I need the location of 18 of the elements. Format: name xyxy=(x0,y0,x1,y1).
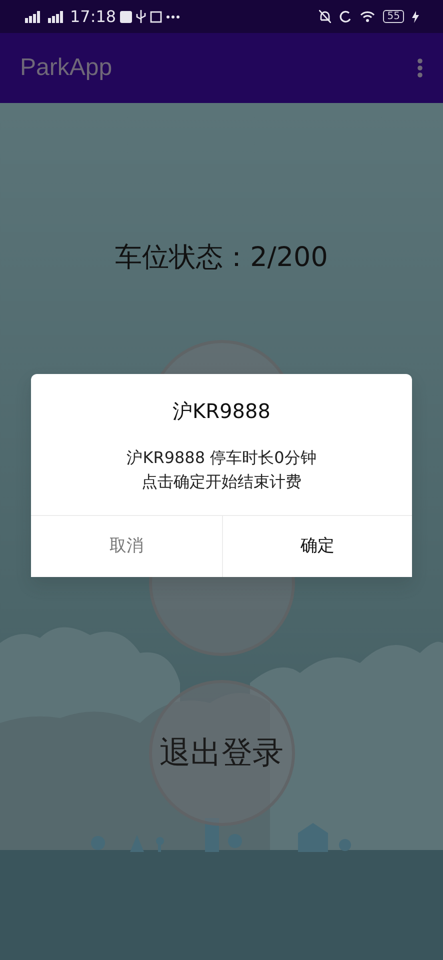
dialog-title: 沪KR9888 xyxy=(172,398,272,425)
signal-icon xyxy=(47,10,66,22)
charging-icon xyxy=(412,10,419,22)
usb-icon xyxy=(136,10,146,23)
dialog-message-line: 沪KR9888 停车时长0分钟 xyxy=(126,447,316,469)
cancel-button[interactable]: 取消 xyxy=(31,515,222,577)
app-title: ParkApp xyxy=(20,53,112,83)
clock-time: 17:18 xyxy=(70,6,116,28)
parking-status-text: 车位状态：2/200 xyxy=(115,241,328,275)
confirm-button[interactable]: 确定 xyxy=(222,515,412,577)
signal-icon xyxy=(24,10,43,22)
battery-level: 55 xyxy=(383,10,404,23)
muted-bell-icon xyxy=(319,10,332,23)
more-icon xyxy=(166,14,180,18)
logout-button[interactable]: 退出登录 xyxy=(148,680,294,826)
dialog-message-line: 点击确定开始结束计费 xyxy=(142,471,302,493)
wifi-icon xyxy=(360,11,376,22)
overflow-menu-icon[interactable] xyxy=(417,58,423,78)
